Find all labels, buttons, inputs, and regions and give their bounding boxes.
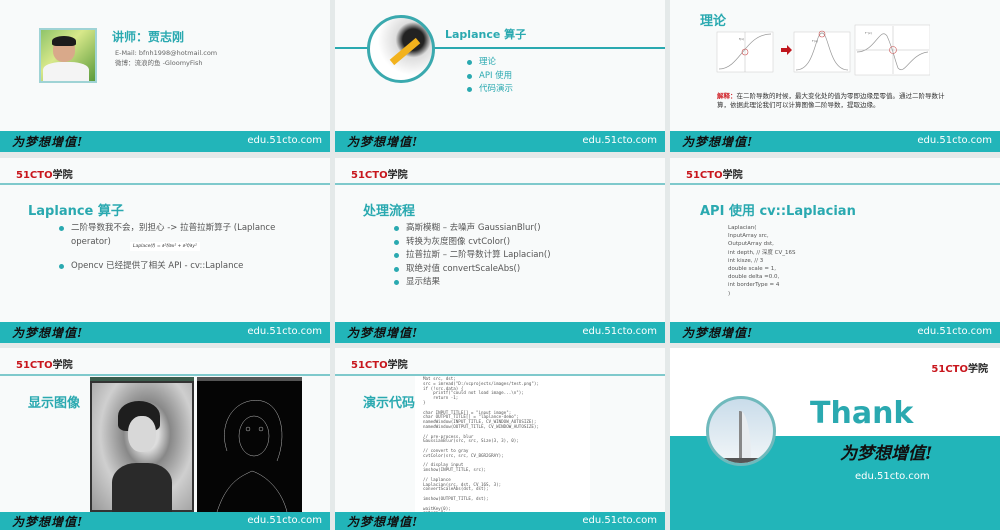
slogan: 为梦想增值!: [12, 326, 84, 340]
instructor-email: E-Mail: bfnh1998@hotmail.com: [115, 49, 218, 57]
slide-title: API 使用 cv::Laplacian: [700, 204, 856, 219]
slide-title: 演示代码: [363, 396, 416, 411]
text: 学院: [52, 170, 73, 181]
slogan: 为梦想增值!: [682, 326, 754, 340]
text: 学院: [968, 364, 988, 375]
note-label: 解释：: [717, 92, 737, 100]
text: 51CTO: [351, 360, 388, 371]
slide-footer: 为梦想增值! edu.51cto.com: [670, 131, 1000, 152]
footer-url: edu.51cto.com: [582, 326, 657, 337]
footer-url: edu.51cto.com: [917, 326, 992, 337]
footer-url: edu.51cto.com: [582, 135, 657, 146]
outline-item-api: API 使用: [465, 70, 513, 84]
51cto-logo: 51CTO学院: [686, 166, 743, 181]
slide-footer: 为梦想增值! edu.51cto.com: [0, 512, 330, 530]
text: double delta =0.0,: [728, 274, 780, 281]
text: int depth, // 深度 CV_16S: [728, 249, 796, 256]
text: Laplacian(: [728, 225, 757, 231]
51cto-logo: 51CTO学院: [16, 166, 73, 181]
graph-label: f''(x): [865, 31, 872, 35]
51cto-logo: 51CTO学院: [351, 356, 408, 371]
bullet-item: 取绝对值 convertScaleAbs(): [392, 263, 551, 277]
bullet-item: 显示结果: [392, 276, 551, 290]
api-signature: Laplacian( InputArray src, OutputArray dst…: [728, 224, 795, 298]
footer-url: edu.51cto.com: [247, 326, 322, 337]
footer-url: edu.51cto.com: [582, 515, 657, 526]
input-image-window: [90, 377, 194, 512]
51cto-logo: 51CTO学院: [931, 360, 988, 375]
instructor-weibo: 微博：流浪的鱼 -GloomyFish: [115, 59, 203, 67]
slogan: 为梦想增值!: [12, 515, 84, 529]
slogan: 为梦想增值!: [347, 135, 419, 149]
text: 学院: [387, 170, 408, 181]
slide-footer: 为梦想增值! edu.51cto.com: [335, 512, 665, 530]
theory-note: 解释：在二阶导数的时候，最大变化处的值为零即边缘是零值。通过二阶导数计算，依据此…: [717, 92, 957, 110]
51cto-logo: 51CTO学院: [16, 356, 73, 371]
slide-title: 显示图像: [28, 396, 81, 411]
text: 学院: [722, 170, 743, 181]
bullet-item: 拉普拉斯 – 二阶导数计算 Laplacian(): [392, 249, 551, 263]
slide-1-instructor[interactable]: 讲师：贾志刚 E-Mail: bfnh1998@hotmail.com 微博：流…: [0, 0, 330, 152]
text: 学院: [387, 360, 408, 371]
slide-9-thanks[interactable]: 51CTO学院 Thank 为梦想增值! edu.51cto.com: [670, 348, 1000, 530]
note-text: 在二阶导数的时候，最大变化处的值为零即边缘是零值。通过二阶导数计算，依据此理论我…: [717, 92, 945, 109]
outline-item-theory: 理论: [465, 56, 513, 70]
text: 51CTO: [686, 170, 723, 181]
slide-footer: 为梦想增值! edu.51cto.com: [670, 322, 1000, 343]
slide-footer: 为梦想增值! edu.51cto.com: [0, 131, 330, 152]
slide-footer: 为梦想增值! edu.51cto.com: [335, 131, 665, 152]
instructor-name: 讲师：贾志刚: [112, 30, 185, 44]
text: ): [728, 290, 731, 297]
slide-5-process[interactable]: 51CTO学院 处理流程 高斯模糊 – 去噪声 GaussianBlur() 转…: [335, 158, 665, 343]
slogan: 为梦想增值!: [347, 515, 419, 529]
slide-title: 处理流程: [363, 204, 416, 219]
slide-title: Laplance 算子: [445, 28, 527, 41]
outline-item-demo: 代码演示: [465, 83, 513, 97]
bullet-item: 转换为灰度图像 cvtColor(): [392, 236, 551, 250]
demo-code: Mat src, dst; src = imread("D:/vcproject…: [423, 376, 539, 515]
51cto-logo: 51CTO学院: [351, 166, 408, 181]
footer-url: edu.51cto.com: [247, 135, 322, 146]
laplace-formula: Laplace(f) = ∂²f/∂x² + ∂²f/∂y²: [130, 242, 200, 251]
graph-label: f(x): [739, 37, 744, 41]
slide-footer: 为梦想增值! edu.51cto.com: [335, 322, 665, 343]
output-image-window: [197, 377, 302, 512]
text: 51CTO: [16, 360, 53, 371]
slogan: 为梦想增值!: [12, 135, 84, 149]
bullet-item: 高斯模糊 – 去噪声 GaussianBlur(): [392, 222, 551, 236]
footer-url: edu.51cto.com: [247, 515, 322, 526]
text: 学院: [52, 360, 73, 371]
thank-title: Thank: [810, 396, 914, 431]
slide-title: Laplance 算子: [28, 204, 124, 219]
slide-footer: 为梦想增值! edu.51cto.com: [0, 322, 330, 343]
bullet-item: Opencv 已经提供了相关 API - cv::Laplance: [57, 260, 243, 274]
slide-7-show-image[interactable]: 51CTO学院 显示图像 为梦想增值! edu.51cto.com: [0, 348, 330, 530]
arrow-icon: [781, 45, 792, 55]
slide-4-laplance[interactable]: 51CTO学院 Laplance 算子 二阶导数我不会，别担心 -> 拉普拉斯算…: [0, 158, 330, 343]
text: 51CTO: [16, 170, 53, 181]
text: OutputArray dst,: [728, 241, 774, 248]
text: 51CTO: [351, 170, 388, 181]
slide-3-theory[interactable]: 理论 f(x) f'(x) f''(x) 解释：在二阶导数的时候，最大变化处的值…: [670, 0, 1000, 152]
slogan: 为梦想增值!: [840, 444, 933, 464]
slide-2-outline[interactable]: Laplance 算子 理论 API 使用 代码演示 为梦想增值! edu.51c…: [335, 0, 665, 152]
slogan: 为梦想增值!: [347, 326, 419, 340]
pencil-image: [367, 15, 435, 83]
thank-url: edu.51cto.com: [855, 471, 930, 482]
slide-8-demo-code[interactable]: 51CTO学院 演示代码 Mat src, dst; src = imread(…: [335, 348, 665, 530]
derivative-graphs: f(x) f'(x) f''(x): [716, 24, 930, 76]
graph-label: f'(x): [812, 39, 818, 43]
text: InputArray src,: [728, 233, 769, 240]
slogan: 为梦想增值!: [682, 135, 754, 149]
slide-6-api[interactable]: 51CTO学院 API 使用 cv::Laplacian Laplacian(I…: [670, 158, 1000, 343]
text: int borderType = 4: [728, 282, 780, 289]
text: double scale = 1,: [728, 266, 777, 273]
tower-image: [706, 396, 776, 466]
text: int kisze, // 3: [728, 257, 764, 264]
text: 51CTO: [931, 364, 968, 375]
footer-url: edu.51cto.com: [917, 135, 992, 146]
instructor-photo: [39, 28, 97, 83]
